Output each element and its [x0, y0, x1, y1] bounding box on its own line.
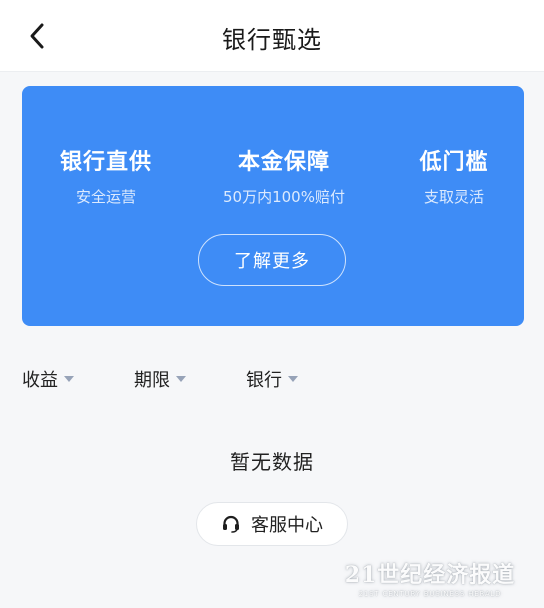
feature-title: 银行直供 [59, 150, 152, 175]
watermark: 21世纪经济报道 21ST CENTURY BUSINESS HERALD [342, 557, 518, 598]
feature-subtitle: 安全运营 [75, 188, 136, 206]
empty-state-text: 暂无数据 [230, 450, 314, 474]
header-bar: 银行甄选 [0, 0, 544, 72]
filter-bank[interactable]: 银行 [246, 366, 298, 392]
filter-yield[interactable]: 收益 [22, 366, 74, 392]
filter-bar: 收益 期限 银行 [0, 366, 544, 392]
headset-icon [221, 514, 241, 534]
feature-low-threshold: 低门槛 支取灵活 [408, 144, 500, 207]
watermark-subtitle: 21ST CENTURY BUSINESS HERALD [358, 590, 502, 598]
filter-label: 银行 [246, 370, 282, 391]
customer-service-button[interactable]: 客服中心 [196, 502, 348, 546]
feature-title: 低门槛 [419, 150, 489, 175]
feature-bank-direct: 银行直供 安全运营 [56, 144, 156, 207]
feature-banner: 银行直供 安全运营 本金保障 50万内100%赔付 低门槛 支取灵活 了解更多 [22, 86, 524, 326]
filter-label: 期限 [134, 370, 170, 391]
learn-more-button[interactable]: 了解更多 [198, 234, 346, 286]
service-label: 客服中心 [251, 515, 323, 536]
watermark-title: 21世纪经济报道 [344, 562, 516, 588]
feature-principal-protection: 本金保障 50万内100%赔付 [208, 144, 360, 207]
caret-down-icon [176, 376, 186, 382]
page-title: 银行甄选 [222, 26, 322, 54]
feature-subtitle: 50万内100%赔付 [223, 188, 345, 206]
caret-down-icon [64, 376, 74, 382]
caret-down-icon [288, 376, 298, 382]
feature-title: 本金保障 [237, 150, 330, 175]
filter-label: 收益 [22, 370, 58, 391]
feature-subtitle: 支取灵活 [423, 188, 484, 206]
filter-term[interactable]: 期限 [134, 366, 186, 392]
